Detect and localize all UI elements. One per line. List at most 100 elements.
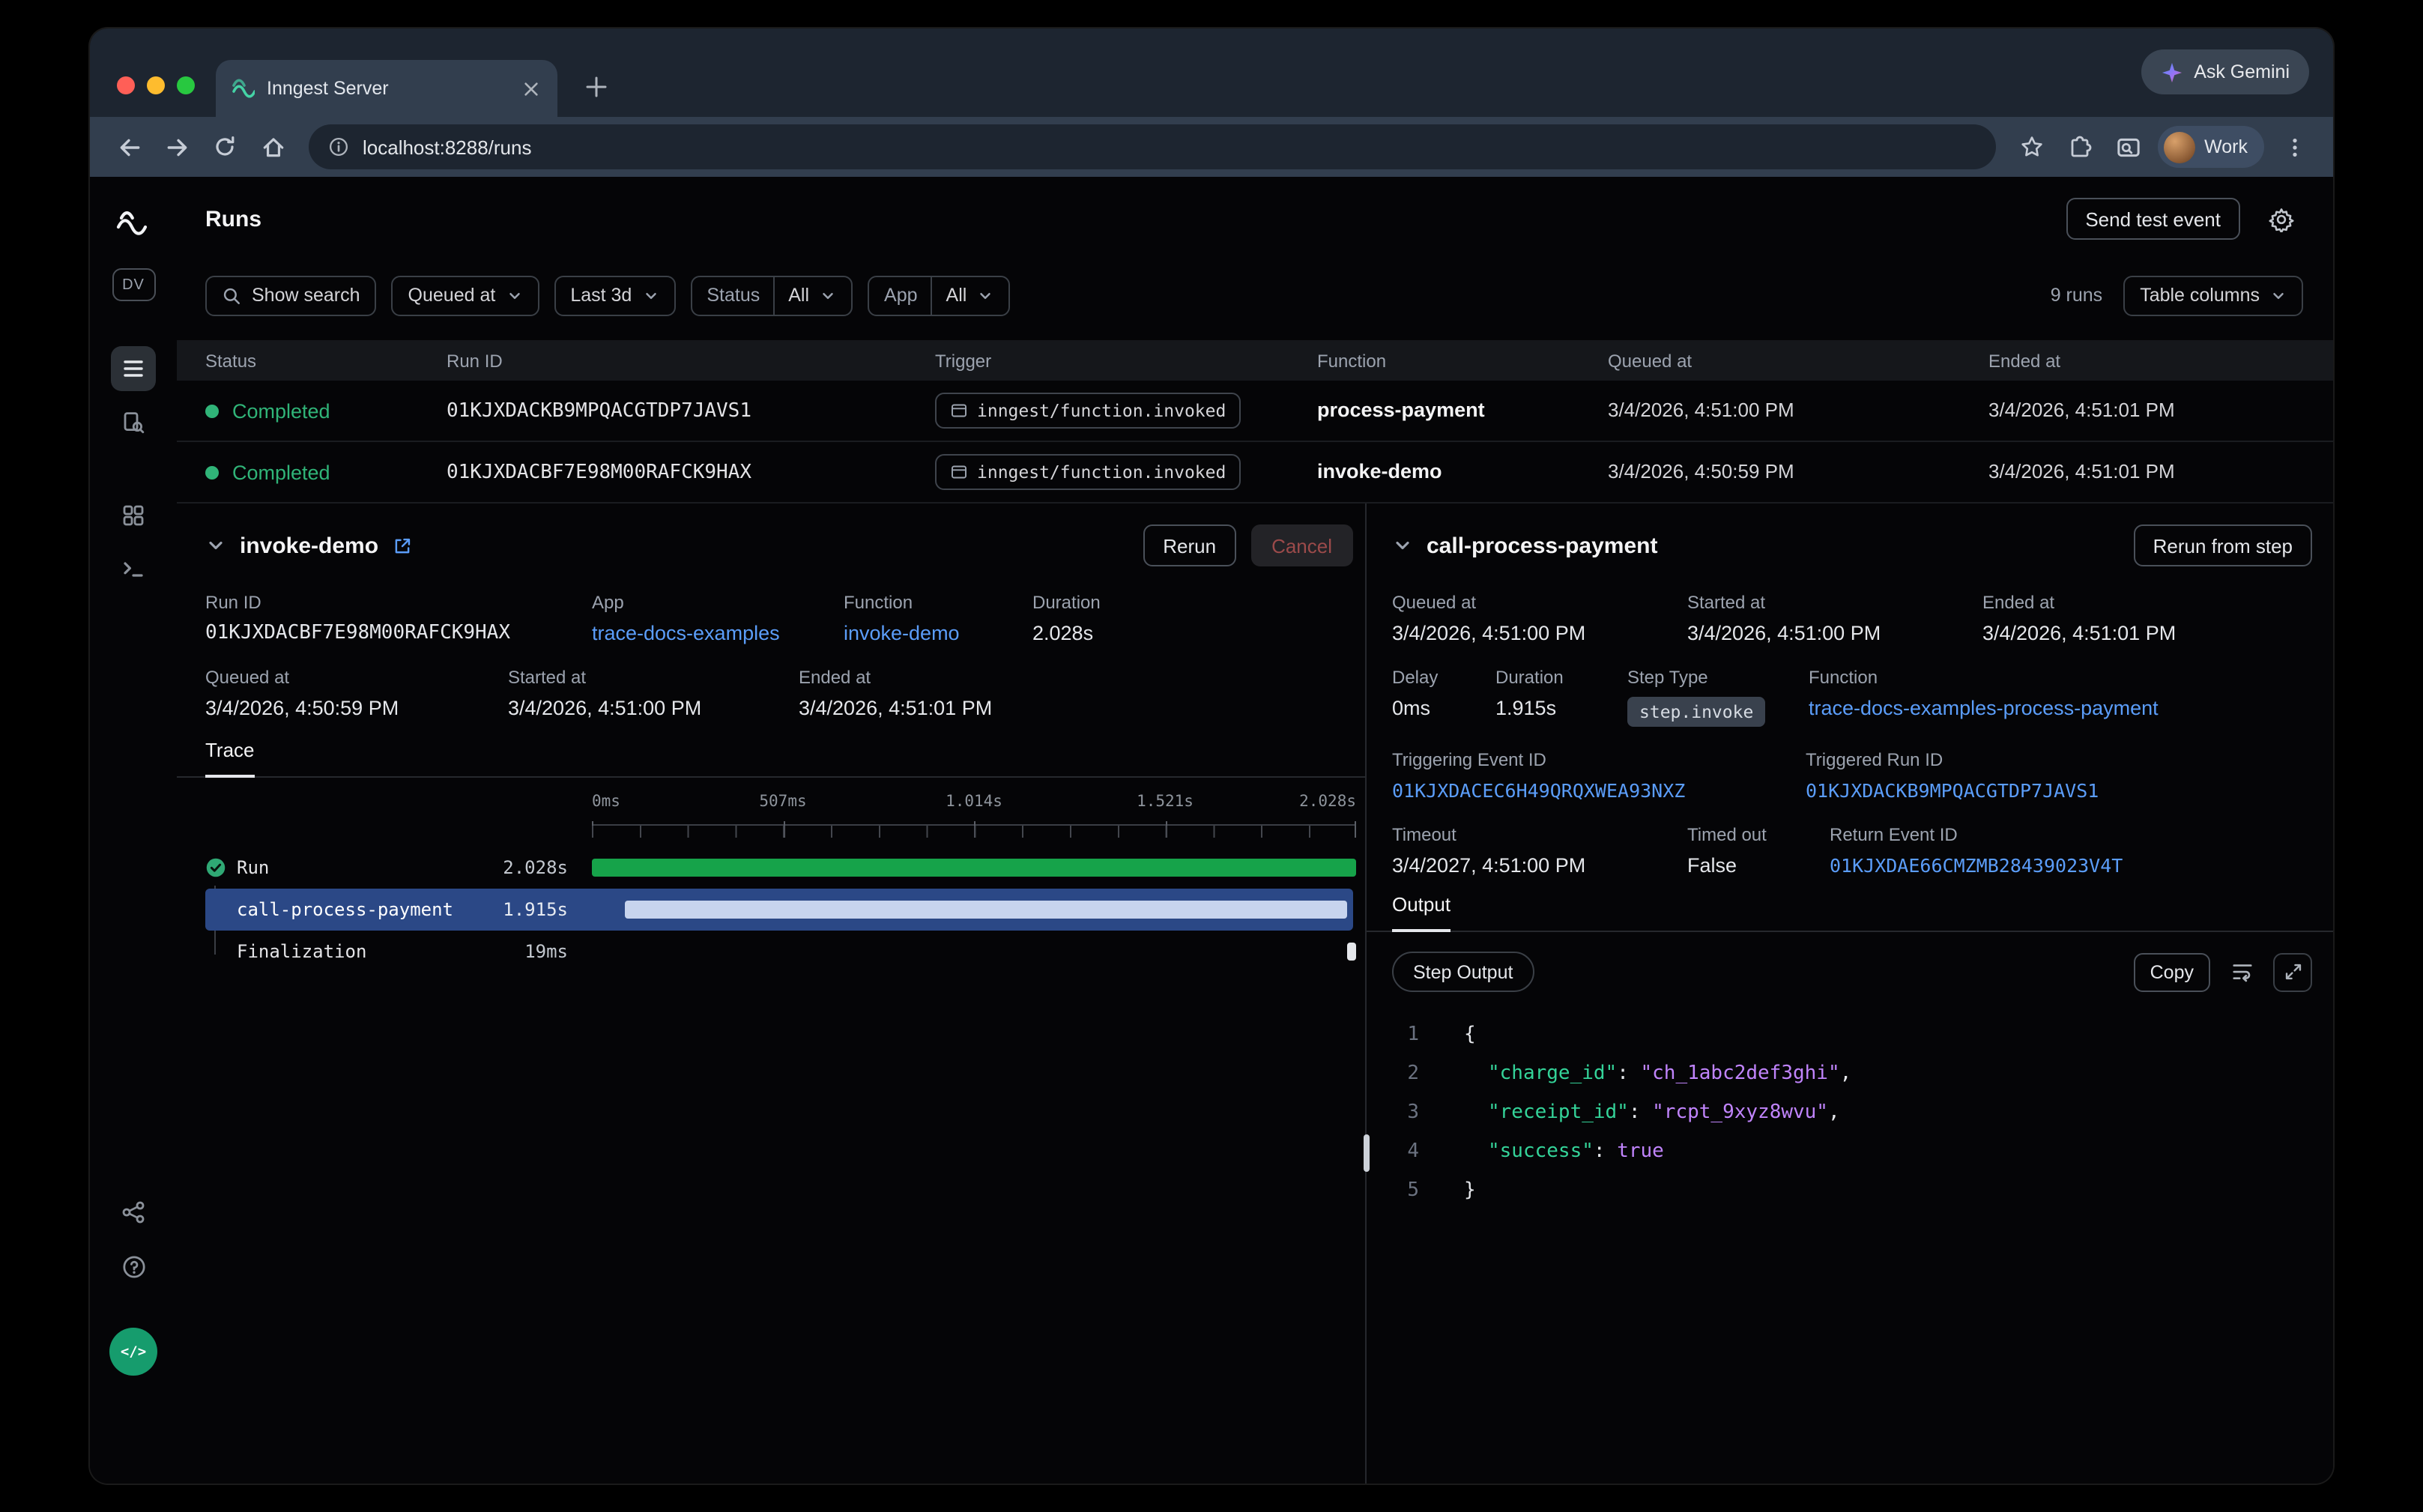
collapse-chevron-icon[interactable]: [1392, 535, 1413, 556]
tab-output[interactable]: Output: [1392, 893, 1451, 932]
minimize-window-button[interactable]: [147, 76, 165, 94]
browser-toolbar: localhost:8288/runs Work: [90, 117, 2333, 177]
column-header-function[interactable]: Function: [1317, 350, 1608, 371]
runs-count: 9 runs: [2051, 285, 2103, 306]
table-row[interactable]: Completed 01KJXDACBF7E98M00RAFCK9HAX inn…: [177, 442, 2333, 504]
event-icon: [950, 463, 968, 481]
status-filter-value: All: [788, 285, 809, 306]
app-filter[interactable]: App All: [868, 275, 1010, 315]
delay-value: 0ms: [1392, 697, 1495, 719]
line-number: 1: [1392, 1016, 1419, 1055]
word-wrap-icon[interactable]: [2222, 952, 2261, 991]
sidebar-item-functions[interactable]: [111, 547, 156, 592]
address-bar[interactable]: localhost:8288/runs: [309, 124, 1996, 169]
browser-tab[interactable]: Inngest Server: [216, 60, 557, 117]
expand-output-icon[interactable]: [2273, 952, 2312, 991]
trigger-badge[interactable]: inngest/function.invoked: [935, 393, 1241, 429]
column-header-status[interactable]: Status: [205, 350, 447, 371]
ask-gemini-button[interactable]: Ask Gemini: [2141, 49, 2309, 94]
step-detail-panel: call-process-payment Rerun from step Que…: [1367, 504, 2333, 1484]
rerun-button[interactable]: Rerun: [1143, 524, 1235, 566]
triggered-run-id-link[interactable]: 01KJXDACKB9MPQACGTDP7JAVS1: [1806, 779, 2099, 802]
home-button[interactable]: [252, 126, 294, 168]
external-link-icon[interactable]: [392, 536, 411, 555]
queued-at-value: 3/4/2026, 4:51:00 PM: [1392, 622, 1687, 644]
span-name: call-process-payment: [237, 899, 453, 920]
column-header-run-id[interactable]: Run ID: [447, 350, 935, 371]
panel-resize-handle[interactable]: [1364, 1134, 1370, 1172]
chevron-down-icon: [2270, 287, 2287, 303]
settings-gear-icon[interactable]: [2258, 196, 2303, 241]
side-panel-search-icon[interactable]: [2107, 126, 2149, 168]
divider: [773, 276, 775, 315]
started-at-value: 3/4/2026, 4:51:00 PM: [508, 697, 799, 719]
new-tab-button[interactable]: [575, 66, 617, 108]
app-filter-label: App: [884, 285, 918, 306]
return-event-id-link[interactable]: 01KJXDAE66CMZMB28439023V4T: [1830, 854, 2123, 877]
reload-button[interactable]: [204, 126, 246, 168]
close-window-button[interactable]: [117, 76, 135, 94]
main-content: Runs Send test event Show search: [177, 177, 2333, 1484]
code-line: 1 {: [1392, 1016, 2312, 1055]
fullscreen-window-button[interactable]: [177, 76, 195, 94]
status-filter[interactable]: Status All: [690, 275, 853, 315]
tab-close-icon[interactable]: [518, 76, 542, 100]
span-duration: 1.915s: [503, 899, 568, 920]
trace-bar-step[interactable]: [626, 901, 1347, 919]
step-output-toggle[interactable]: Step Output: [1392, 952, 1534, 992]
tab-trace[interactable]: Trace: [205, 739, 255, 778]
table-row[interactable]: Completed 01KJXDACKB9MPQACGTDP7JAVS1 inn…: [177, 381, 2333, 442]
sidebar: DV: [90, 177, 177, 1484]
share-icon[interactable]: [111, 1190, 156, 1235]
column-header-queued-at[interactable]: Queued at: [1608, 350, 1988, 371]
completed-check-icon: [205, 857, 226, 878]
sidebar-item-events[interactable]: [111, 400, 156, 445]
time-range-dropdown[interactable]: Last 3d: [554, 275, 675, 315]
trace-span-run[interactable]: Run 2.028s: [205, 847, 1353, 889]
queued-at-dropdown[interactable]: Queued at: [392, 275, 539, 315]
extensions-icon[interactable]: [2059, 126, 2101, 168]
inngest-app: DV: [90, 177, 2333, 1484]
run-id: 01KJXDACKB9MPQACGTDP7JAVS1: [447, 400, 751, 423]
step-function-link[interactable]: trace-docs-examples-process-payment: [1809, 697, 2159, 719]
timeline-ruler: 0ms 507ms 1.014s 1.521s 2.028s: [592, 793, 1356, 838]
cancel-button[interactable]: Cancel: [1250, 524, 1353, 566]
sidebar-item-apps[interactable]: [111, 493, 156, 538]
run-details: invoke-demo Rerun Cancel Run ID 01KJXDAC…: [177, 504, 2333, 1484]
help-icon[interactable]: [111, 1244, 156, 1289]
line-number: 4: [1392, 1133, 1419, 1172]
filter-bar: Show search Queued at Last 3d Status All: [177, 261, 2333, 330]
dev-tools-button[interactable]: </>: [109, 1328, 157, 1376]
show-search-button[interactable]: Show search: [205, 275, 377, 315]
copy-button[interactable]: Copy: [2134, 952, 2210, 991]
app-link[interactable]: trace-docs-examples: [592, 622, 844, 644]
profile-button[interactable]: Work: [2158, 126, 2264, 168]
page-title: Runs: [205, 206, 261, 232]
triggering-event-id-link[interactable]: 01KJXDACEC6H49QRQXWEA93NXZ: [1392, 779, 1806, 802]
rerun-from-step-button[interactable]: Rerun from step: [2134, 524, 2312, 566]
trace-span-call-process-payment[interactable]: call-process-payment 1.915s: [205, 889, 1353, 931]
trace-span-finalization[interactable]: Finalization 19ms: [205, 931, 1353, 973]
send-test-event-button[interactable]: Send test event: [2066, 198, 2240, 240]
run-title: invoke-demo: [240, 533, 378, 558]
status-completed-dot: [205, 404, 219, 417]
forward-button[interactable]: [156, 126, 198, 168]
trace-bar-run[interactable]: [592, 859, 1356, 877]
trace-tabs: Trace: [177, 737, 1365, 778]
function-link[interactable]: invoke-demo: [844, 622, 1032, 644]
screen: Inngest Server Ask Gemini: [0, 0, 2423, 1512]
trace-bar-finalization[interactable]: [1347, 943, 1356, 961]
column-header-trigger[interactable]: Trigger: [935, 350, 1317, 371]
bookmark-star-icon[interactable]: [2011, 126, 2053, 168]
trigger-badge[interactable]: inngest/function.invoked: [935, 454, 1241, 490]
sidebar-item-runs[interactable]: [111, 346, 156, 391]
field-label: Queued at: [1392, 592, 1687, 613]
back-button[interactable]: [108, 126, 150, 168]
started-at-value: 3/4/2026, 4:51:00 PM: [1687, 622, 1982, 644]
collapse-chevron-icon[interactable]: [205, 535, 226, 556]
environment-badge[interactable]: DV: [112, 268, 155, 301]
column-header-ended-at[interactable]: Ended at: [1988, 350, 2303, 371]
table-columns-dropdown[interactable]: Table columns: [2123, 275, 2303, 315]
browser-menu-icon[interactable]: [2273, 126, 2315, 168]
site-info-icon[interactable]: [328, 136, 349, 157]
